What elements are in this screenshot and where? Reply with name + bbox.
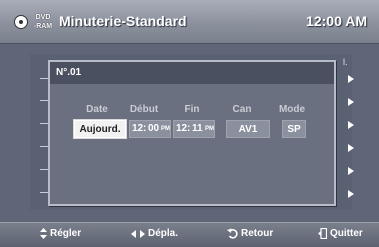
background-column-label: l. [343,57,348,67]
return-icon [227,228,238,239]
disc-type-line1: DVD [35,14,51,21]
start-minute[interactable]: 00 [148,121,159,137]
hint-adjust: Régler [40,228,81,239]
disc-type-label: DVD -RAM [30,13,56,31]
column-start: Début [129,104,159,115]
mode-field[interactable]: SP [282,120,306,138]
arrow-right-icon[interactable] [348,75,354,83]
clock: 12:00 AM [306,13,367,29]
end-separator: : [187,123,191,134]
start-ampm[interactable]: PM [161,121,170,137]
arrow-right-icon[interactable] [348,167,354,175]
screen-title: Minuterie-Standard [59,13,187,29]
column-mode: Mode [278,104,306,115]
column-end: Fin [184,104,200,115]
disc-icon [14,15,28,29]
channel-field[interactable]: AV1 [226,120,270,138]
dialog-header: N°.01 [50,62,334,84]
column-date: Date [86,104,108,115]
hint-return: Retour [227,228,273,239]
end-ampm[interactable]: PM [205,121,214,137]
title-bar: DVD -RAM Minuterie-Standard 12:00 AM [0,0,379,44]
end-minute[interactable]: 11 [192,121,203,137]
start-separator: : [143,123,147,134]
column-channel: Can [232,104,252,115]
end-hour[interactable]: 12 [176,121,187,137]
updown-arrows-icon [40,228,47,239]
leftright-arrows-icon [131,229,145,238]
hint-return-label: Retour [241,228,274,239]
hint-exit: Quitter [318,228,363,239]
arrow-right-icon[interactable] [348,121,354,129]
arrow-right-icon[interactable] [348,144,354,152]
start-hour[interactable]: 12 [132,121,143,137]
dvd-ram-logo: DVD -RAM [14,13,54,33]
timer-edit-dialog: N°.01 Date Début Fin Can Mode Aujourd. 1… [48,60,336,206]
start-time-field[interactable]: 12 : 00 PM [129,120,171,138]
hint-move: Dépla. [131,228,178,239]
end-time-field[interactable]: 12 : 11 PM [173,120,215,138]
bottom-hint-bar: Régler Dépla. Retour Quitter [0,222,379,247]
hint-exit-label: Quitter [330,228,363,239]
disc-type-line2: -RAM [33,23,53,30]
timer-number: N°.01 [56,67,82,78]
arrow-right-icon[interactable] [348,190,354,198]
arrow-right-icon[interactable] [348,98,354,106]
hint-adjust-label: Régler [50,228,82,239]
hint-move-label: Dépla. [148,228,179,239]
date-field[interactable]: Aujourd. [73,119,127,139]
exit-icon [318,228,327,239]
